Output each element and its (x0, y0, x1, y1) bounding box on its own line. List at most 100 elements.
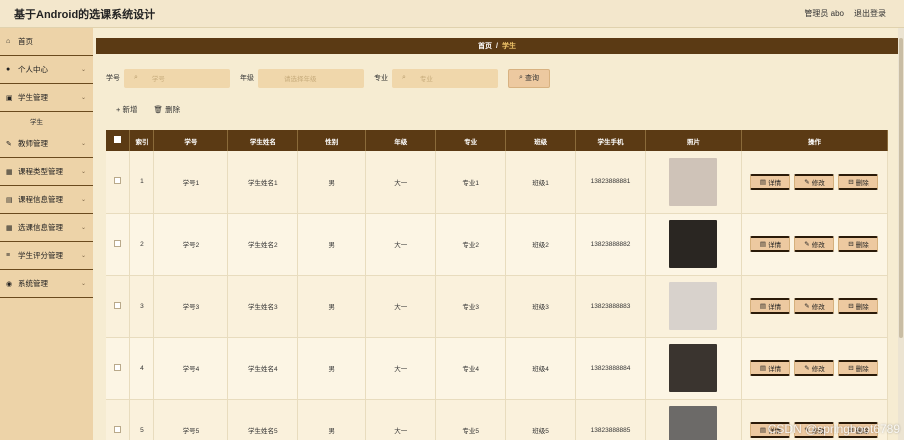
sidebar-item-6[interactable]: ▦ 选课信息管理 ⌄ (0, 214, 93, 242)
top-bar: 基于Android的选课系统设计 管理员 abo 退出登录 (0, 0, 904, 28)
table-row: 4 学号4 学生姓名4 男大一 专业4 班级4 13823888884 ▤ 详情 ✎ 修改 ⊟ 删除 (106, 337, 889, 400)
cell-operations: ▤ 详情 ✎ 修改 ⊟ 删除 (741, 337, 889, 400)
cell-name: 学生姓名4 (227, 337, 299, 400)
delete-button[interactable]: ⊟ 删除 (838, 236, 879, 252)
current-user[interactable]: 管理员 abo (804, 8, 844, 19)
student-photo (669, 220, 718, 268)
row-select-cell (106, 275, 131, 338)
pencil-icon: ✎ (804, 365, 810, 372)
row-select-cell (106, 399, 131, 440)
sidebar-item-3[interactable]: ✎ 教师管理 ⌄ (0, 130, 93, 158)
user-icon: ● (6, 66, 11, 73)
grid-icon: ▦ (6, 224, 13, 232)
search-icon: ⌕ (519, 74, 523, 81)
sidebar-item-1[interactable]: ● 个人中心 ⌄ (0, 56, 93, 84)
pin-icon: ◉ (6, 280, 13, 288)
sidebar-item-label: 课程信息管理 (18, 195, 63, 204)
sidebar-item-label: 选课信息管理 (18, 223, 63, 232)
sidebar-item-label: 教师管理 (18, 139, 48, 148)
table-row: 3 学号3 学生姓名3 男大一 专业3 班级3 13823888883 ▤ 详情 ✎ 修改 ⊟ 删除 (106, 275, 889, 338)
trash-icon: ⊟ (848, 178, 854, 186)
breadcrumb-current: 学生 (501, 43, 516, 50)
edit-button[interactable]: ✎ 修改 (794, 236, 835, 252)
row-select-cell (106, 337, 131, 400)
column-header: 照片 (645, 130, 742, 151)
cell-class: 班级3 (505, 275, 577, 338)
student-id-input[interactable]: ⌕ 学号 (124, 68, 230, 88)
detail-button[interactable]: ▤ 详情 (750, 298, 791, 314)
delete-label: 删除 (855, 366, 869, 373)
breadcrumb-home[interactable]: 首页 (478, 41, 492, 51)
doc-icon: ▤ (759, 365, 767, 372)
edit-button[interactable]: ✎ 修改 (794, 360, 835, 376)
select-all-checkbox[interactable] (114, 136, 122, 143)
list-icon: ≡ (6, 252, 11, 259)
trash-icon: ⊟ (848, 365, 854, 372)
sidebar-item-label: 系统管理 (18, 279, 48, 288)
chevron-down-icon: ⌄ (80, 67, 86, 73)
detail-button[interactable]: ▤ 详情 (750, 360, 791, 376)
column-header: 年级 (365, 130, 437, 151)
detail-button[interactable]: ▤ 详情 (750, 236, 791, 252)
student-id-placeholder: 学号 (151, 76, 165, 83)
sidebar-item-label: 学生管理 (18, 93, 48, 102)
delete-button[interactable]: ⊟ 删除 (838, 360, 879, 376)
major-input[interactable]: ⌕ 专业 (392, 68, 498, 88)
cell-id: 学号4 (153, 337, 229, 400)
search-row: 学号 ⌕ 学号 年级 请选择年级 专业 ⌕ 专业 ⌕ 查询 (106, 68, 550, 88)
query-button[interactable]: ⌕ 查询 (508, 68, 550, 88)
edit-button[interactable]: ✎ 修改 (794, 173, 835, 190)
scrollbar[interactable] (898, 28, 904, 440)
row-checkbox[interactable] (114, 425, 122, 433)
student-photo (669, 157, 718, 206)
cell-id: 学号2 (153, 213, 229, 276)
detail-button[interactable]: ▤ 详情 (750, 173, 791, 190)
cell-major: 专业1 (435, 151, 507, 214)
detail-label: 详情 (768, 366, 782, 373)
table-row: 1 学号1 学生姓名1 男大一 专业1 班级1 13823888881 ▤ 详情 ✎ 修改 ⊟ 删除 (106, 151, 889, 214)
delete-button[interactable]: ⊟ 删除 (838, 298, 879, 314)
row-checkbox[interactable] (114, 363, 122, 371)
chevron-down-icon: ⌄ (80, 197, 86, 203)
cell-id: 学号1 (153, 151, 229, 214)
batch-delete-button[interactable]: 🗑 删除 (153, 104, 180, 115)
sidebar-item-2[interactable]: ▣ 学生管理 ⌄ (0, 84, 93, 112)
delete-button[interactable]: ⊟ 删除 (838, 173, 879, 190)
edit-button[interactable]: ✎ 修改 (794, 298, 835, 314)
cell-major: 专业3 (435, 275, 507, 338)
student-id-label: 学号 (106, 75, 120, 82)
chevron-down-icon: ⌄ (80, 169, 86, 175)
row-select-cell (106, 151, 131, 214)
cell-name: 学生姓名2 (227, 213, 299, 276)
sidebar-item-label: 课程类型管理 (18, 167, 63, 176)
sidebar-item-label: 学生评分管理 (18, 251, 63, 260)
cell-gender: 男 (297, 213, 367, 276)
sidebar-item-0[interactable]: ⌂ 首页 (0, 28, 93, 56)
sidebar-item-4[interactable]: ▦ 课程类型管理 ⌄ (0, 158, 93, 186)
add-button[interactable]: + 新增 (116, 104, 137, 115)
scrollbar-thumb[interactable] (899, 38, 903, 338)
logout-link[interactable]: 退出登录 (854, 8, 886, 19)
watermark: CSDN @springboot6789 (767, 422, 900, 436)
row-checkbox[interactable] (114, 239, 122, 247)
sidebar-item-5[interactable]: ▤ 课程信息管理 ⌄ (0, 186, 93, 214)
sidebar-item-7[interactable]: ≡ 学生评分管理 ⌄ (0, 242, 93, 270)
doc-icon: ▤ (759, 178, 767, 186)
cell-class: 班级1 (505, 151, 577, 214)
row-checkbox[interactable] (114, 177, 122, 185)
detail-label: 详情 (768, 304, 782, 311)
home-icon: ⌂ (6, 38, 11, 45)
cell-gender: 男 (297, 337, 367, 400)
sidebar-subitem-student[interactable]: 学生 (0, 112, 93, 130)
select-all-cell (106, 130, 131, 151)
column-header: 学生姓名 (227, 130, 299, 151)
delete-label: 删除 (855, 242, 869, 249)
column-header: 学生手机 (575, 130, 647, 151)
query-label: 查询 (524, 75, 539, 82)
cell-phone: 13823888882 (575, 213, 647, 276)
batch-delete-label: 删除 (165, 105, 181, 114)
grade-select[interactable]: 请选择年级 (258, 68, 364, 88)
search-icon: ⌕ (134, 74, 138, 81)
sidebar-item-8[interactable]: ◉ 系统管理 ⌄ (0, 270, 93, 298)
row-checkbox[interactable] (114, 301, 122, 309)
